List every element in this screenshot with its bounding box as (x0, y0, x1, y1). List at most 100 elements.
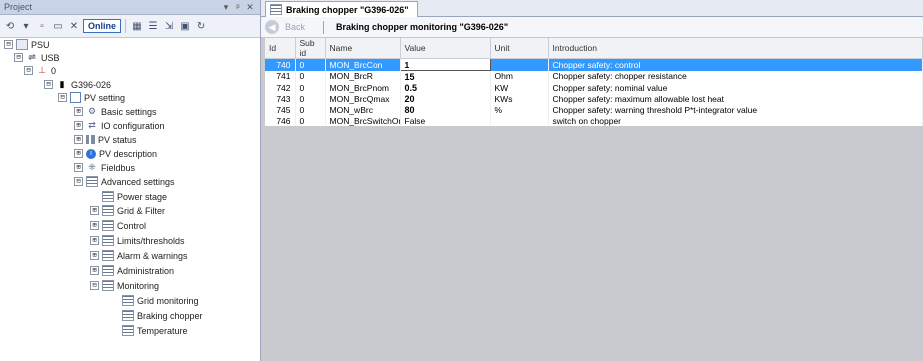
collapse-icon[interactable]: ⊟ (74, 177, 83, 186)
column-header-unit[interactable]: Unit (490, 38, 549, 59)
expand-icon[interactable]: ⊞ (74, 149, 83, 158)
tree-node-temperature[interactable]: Temperature (110, 324, 188, 337)
cell-value[interactable]: False (400, 115, 491, 126)
tree-node-label: PV description (99, 148, 158, 159)
tree-node-0[interactable]: ⊟ ⊥ 0 (24, 64, 56, 77)
tree-node-monitoring[interactable]: ⊟ Monitoring (90, 279, 159, 292)
tree-node-grid-monitoring[interactable]: Grid monitoring (110, 294, 199, 307)
dropdown-icon[interactable]: ▾ (220, 2, 232, 13)
cell-name: MON_wBrc (325, 104, 401, 115)
cell-value[interactable]: 0.5 (400, 82, 491, 93)
connect-icon[interactable]: ⟲ (3, 19, 17, 33)
disconnect-icon[interactable]: ✕ (67, 19, 81, 33)
list-view-icon[interactable]: ☰ (146, 19, 160, 33)
info-icon: i (86, 148, 96, 159)
tree-node-io-configuration[interactable]: ⊞ ⇄ IO configuration (74, 119, 165, 132)
expand-icon[interactable]: ⊞ (74, 107, 83, 116)
tab-braking-chopper[interactable]: Braking chopper "G396-026" (265, 1, 418, 17)
project-pane: Project ▾ ᵖ ✕ ⟲ ▾ ▫ ▭ ✕ Online ▦ ☰ ⇲ ▣ ↻… (0, 0, 261, 361)
copy-icon[interactable]: ▭ (51, 19, 65, 33)
list-icon (122, 310, 134, 321)
cell-id: 740 (265, 58, 296, 71)
cell-introduction: Chopper safety: chopper resistance (548, 70, 923, 82)
expand-icon[interactable]: ⊞ (74, 135, 83, 144)
collapse-icon[interactable]: ⊟ (90, 281, 99, 290)
table-row[interactable]: 741 0 MON_BrcR 15 Ohm Chopper safety: ch… (265, 70, 923, 82)
close-icon[interactable]: ✕ (244, 2, 256, 13)
column-header-id[interactable]: Id (265, 38, 296, 59)
cell-name: MON_BrcR (325, 70, 401, 82)
cell-introduction: Chopper safety: warning threshold P*t-in… (548, 104, 923, 115)
export-icon[interactable]: ⇲ (162, 19, 176, 33)
toolbar-divider (125, 19, 127, 33)
import-icon[interactable]: ▣ (178, 19, 192, 33)
tree-node-grid-filter[interactable]: ⊞ Grid & Filter (90, 204, 165, 217)
back-button[interactable]: ◀ Back (265, 20, 305, 34)
cell-introduction: Chopper safety: maximum allowable lost h… (548, 93, 923, 104)
device-icon: ▮ (59, 79, 65, 89)
tree-node-basic-settings[interactable]: ⊞ ⚙ Basic settings (74, 105, 157, 118)
table-row[interactable]: 740 0 MON_BrcCon 1 Chopper safety: contr… (265, 58, 923, 71)
expand-icon[interactable]: ⊞ (90, 266, 99, 275)
expand-icon[interactable]: ⊞ (90, 206, 99, 215)
column-header-value[interactable]: Value (400, 38, 491, 59)
tree-node-alarm-warnings[interactable]: ⊞ Alarm & warnings (90, 249, 188, 262)
column-header-introduction[interactable]: Introduction (548, 38, 923, 59)
collapse-icon[interactable]: ⊟ (44, 80, 53, 89)
tree-node-administration[interactable]: ⊞ Administration (90, 264, 174, 277)
page-icon[interactable]: ▫ (35, 19, 49, 33)
refresh-icon[interactable]: ↻ (194, 19, 208, 33)
value-input[interactable]: 1 (399, 58, 491, 71)
expand-icon[interactable]: ⊞ (74, 121, 83, 130)
column-header-sub-id[interactable]: Sub id (295, 38, 326, 59)
chevron-down-icon[interactable]: ▾ (19, 19, 33, 33)
tree-node-pv-status[interactable]: ⊞ PV status (74, 133, 137, 146)
grid-view-icon[interactable]: ▦ (130, 19, 144, 33)
expand-icon[interactable]: ⊞ (74, 163, 83, 172)
tree-node-pv-description[interactable]: ⊞ i PV description (74, 147, 157, 160)
cell-introduction: switch on chopper (548, 115, 923, 126)
list-icon (102, 220, 114, 231)
table-row[interactable]: 745 0 MON_wBrc 80 % Chopper safety: warn… (265, 104, 923, 115)
cell-name: MON_BrcPnom (325, 82, 401, 93)
cell-value[interactable]: 15 (400, 70, 491, 82)
list-icon (102, 250, 114, 261)
column-header-name[interactable]: Name (325, 38, 401, 59)
tree-node-usb[interactable]: ⊟ ⇌ USB (14, 51, 60, 64)
project-pane-title: Project (4, 2, 33, 12)
tree-node-advanced-settings[interactable]: ⊟ Advanced settings (74, 175, 175, 188)
expand-icon[interactable]: ⊞ (90, 251, 99, 260)
tree-node-pv-setting[interactable]: ⊟ PV setting (58, 91, 125, 104)
folder-icon (16, 39, 28, 50)
collapse-icon[interactable]: ⊟ (4, 40, 13, 49)
list-icon (122, 295, 134, 306)
collapse-icon[interactable]: ⊟ (24, 66, 33, 75)
table-row[interactable]: 743 0 MON_BrcQmax 20 KWs Chopper safety:… (265, 93, 923, 104)
tree-node-braking-chopper[interactable]: Braking chopper (110, 309, 203, 322)
tree-node-fieldbus[interactable]: ⊞ ⁜ Fieldbus (74, 161, 135, 174)
tree-node-control[interactable]: ⊞ Control (90, 219, 146, 232)
pin-icon[interactable]: ᵖ (232, 2, 244, 12)
collapse-icon[interactable]: ⊟ (58, 93, 67, 102)
table-row[interactable]: 742 0 MON_BrcPnom 0.5 KW Chopper safety:… (265, 82, 923, 93)
table-row[interactable]: 746 0 MON_BrcSwitchOn False switch on ch… (265, 115, 923, 126)
list-icon (102, 205, 114, 216)
tree-node-power-stage[interactable]: Power stage (90, 190, 167, 203)
tree-node-g396-026[interactable]: ⊟ ▮ G396-026 (44, 78, 111, 91)
online-button[interactable]: Online (83, 19, 122, 33)
collapse-icon[interactable]: ⊟ (14, 53, 23, 62)
tree-node-psu[interactable]: ⊟ PSU (4, 38, 50, 51)
cell-sub-id: 0 (295, 58, 326, 71)
cell-value[interactable]: 20 (400, 93, 491, 104)
expand-icon[interactable]: ⊞ (90, 236, 99, 245)
tree-node-label: Basic settings (101, 106, 157, 117)
basic-settings-icon: ⚙ (87, 106, 97, 116)
tree-connector (110, 326, 119, 335)
project-toolbar: ⟲ ▾ ▫ ▭ ✕ Online ▦ ☰ ⇲ ▣ ↻ (0, 15, 260, 38)
tree-node-limits-thresholds[interactable]: ⊞ Limits/thresholds (90, 234, 185, 247)
expand-icon[interactable]: ⊞ (90, 221, 99, 230)
list-icon (86, 176, 98, 187)
cell-id: 743 (265, 93, 296, 104)
cell-value[interactable]: 80 (400, 104, 491, 115)
tree-node-label: Advanced settings (101, 176, 175, 187)
